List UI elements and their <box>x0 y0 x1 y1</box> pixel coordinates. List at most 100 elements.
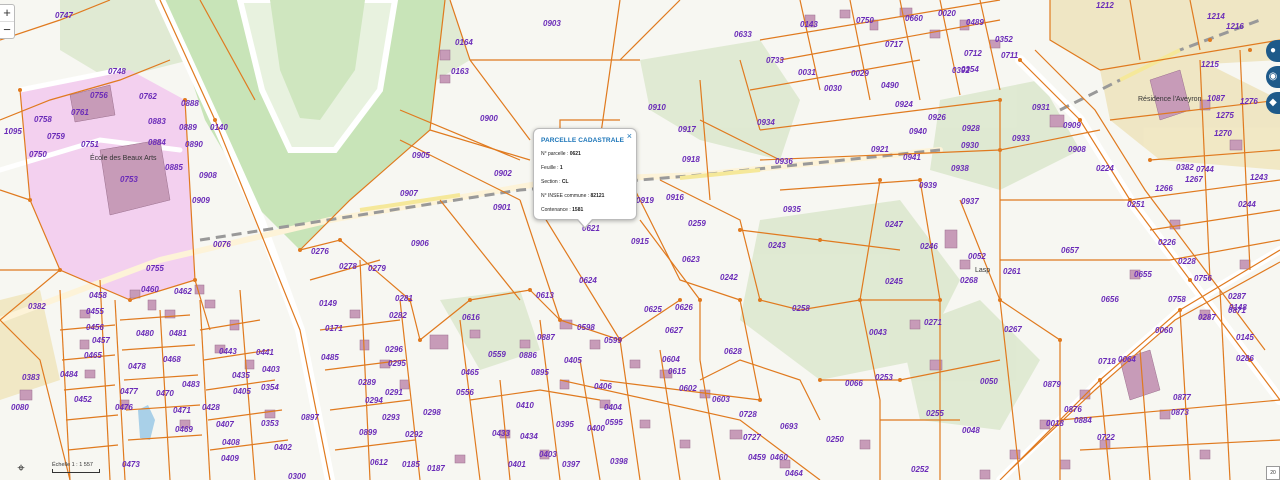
parcel-label[interactable]: 0655 <box>1134 270 1152 279</box>
parcel-label[interactable]: 0623 <box>682 255 700 264</box>
parcel-label[interactable]: 0756 <box>1194 274 1212 283</box>
parcel-label[interactable]: 0909 <box>1063 121 1081 130</box>
parcel-label[interactable]: 0352 <box>995 35 1013 44</box>
parcel-label[interactable]: 0595 <box>605 418 623 427</box>
parcel-label[interactable]: 1216 <box>1226 22 1244 31</box>
parcel-label[interactable]: 0598 <box>577 323 595 332</box>
parcel-label[interactable]: 0066 <box>845 379 863 388</box>
parcel-label[interactable]: 1087 <box>1207 94 1225 103</box>
parcel-label[interactable]: 0753 <box>120 175 138 184</box>
parcel-label[interactable]: 0897 <box>301 413 319 422</box>
parcel-label[interactable]: 0933 <box>1012 134 1030 143</box>
parcel-label[interactable]: 1215 <box>1201 60 1219 69</box>
parcel-label[interactable]: 1214 <box>1207 12 1225 21</box>
measure-tool-button[interactable]: ◆ <box>1266 92 1280 114</box>
parcel-label[interactable]: 0924 <box>895 100 913 109</box>
parcel-label[interactable]: 0282 <box>389 311 407 320</box>
parcel-label[interactable]: 0029 <box>851 69 869 78</box>
parcel-label[interactable]: 0462 <box>174 287 192 296</box>
parcel-label[interactable]: 0143 <box>800 20 818 29</box>
parcel-label[interactable]: 0939 <box>919 181 937 190</box>
parcel-label[interactable]: 0276 <box>311 247 329 256</box>
parcel-label[interactable]: 0905 <box>412 151 430 160</box>
parcel-label[interactable]: 0761 <box>71 108 89 117</box>
parcel-label[interactable]: 0901 <box>493 203 511 212</box>
parcel-label[interactable]: 0251 <box>1127 200 1145 209</box>
locate-icon[interactable]: ⌖ <box>12 459 30 477</box>
parcel-label[interactable]: 0460 <box>770 453 788 462</box>
parcel-label[interactable]: 0928 <box>962 124 980 133</box>
parcel-label[interactable]: 0902 <box>494 169 512 178</box>
parcel-label[interactable]: 0434 <box>520 432 538 441</box>
parcel-label[interactable]: 0043 <box>869 328 887 337</box>
parcel-label[interactable]: 0918 <box>682 155 700 164</box>
parcel-label[interactable]: 0656 <box>1101 295 1119 304</box>
parcel-label[interactable]: 0242 <box>720 273 738 282</box>
parcel-label[interactable]: 0660 <box>905 14 923 23</box>
parcel-label[interactable]: 0908 <box>1068 145 1086 154</box>
parcel-label[interactable]: 0164 <box>455 38 473 47</box>
parcel-label[interactable]: 0287 <box>1198 313 1216 322</box>
parcel-label[interactable]: 0465 <box>461 368 479 377</box>
parcel-label[interactable]: 0473 <box>122 460 140 469</box>
parcel-label[interactable]: 0261 <box>1003 267 1021 276</box>
zoom-out-button[interactable]: − <box>0 21 14 38</box>
parcel-label[interactable]: 0559 <box>488 350 506 359</box>
parcel-label[interactable]: 0018 <box>1046 419 1064 428</box>
parcel-label[interactable]: 0428 <box>202 403 220 412</box>
parcel-label[interactable]: 0354 <box>261 383 279 392</box>
parcel-label[interactable]: 0887 <box>537 333 555 342</box>
parcel-label[interactable]: 0490 <box>881 81 899 90</box>
parcel-label[interactable]: 0722 <box>1097 433 1115 442</box>
parcel-label[interactable]: 0403 <box>539 450 557 459</box>
parcel-label[interactable]: 0485 <box>321 353 339 362</box>
parcel-label[interactable]: 0441 <box>256 348 274 357</box>
parcel-label[interactable]: 0020 <box>938 9 956 18</box>
parcel-label[interactable]: 0615 <box>668 367 686 376</box>
parcel-label[interactable]: 1243 <box>1250 173 1268 182</box>
layers-tool-button[interactable]: ● <box>1266 40 1280 62</box>
parcel-label[interactable]: 1275 <box>1216 111 1234 120</box>
parcel-label[interactable]: 0250 <box>826 435 844 444</box>
parcel-label[interactable]: 0759 <box>47 132 65 141</box>
popup-close-button[interactable]: × <box>627 131 632 141</box>
parcel-label[interactable]: 0408 <box>222 438 240 447</box>
parcel-label[interactable]: 0751 <box>81 140 99 149</box>
parcel-label[interactable]: 0476 <box>115 403 133 412</box>
parcel-label[interactable]: 0935 <box>783 205 801 214</box>
parcel-label[interactable]: 0031 <box>798 68 816 77</box>
parcel-label[interactable]: 0926 <box>928 113 946 122</box>
parcel-label[interactable]: 0456 <box>86 323 104 332</box>
parcel-label[interactable]: 0727 <box>743 433 761 442</box>
parcel-label[interactable]: 0477 <box>120 387 138 396</box>
parcel-label[interactable]: 0267 <box>1004 325 1022 334</box>
parcel-label[interactable]: 0050 <box>980 377 998 386</box>
parcel-label[interactable]: 1270 <box>1214 129 1232 138</box>
parcel-label[interactable]: 0291 <box>385 388 403 397</box>
parcel-label[interactable]: 0478 <box>128 362 146 371</box>
parcel-label[interactable]: 0259 <box>688 219 706 228</box>
parcel-label[interactable]: 0382 <box>28 302 46 311</box>
parcel-label[interactable]: 0400 <box>587 424 605 433</box>
parcel-label[interactable]: 0877 <box>1173 393 1191 402</box>
parcel-label[interactable]: 0452 <box>74 395 92 404</box>
parcel-label[interactable]: 0279 <box>368 264 386 273</box>
parcel-label[interactable]: 0750 <box>856 16 874 25</box>
parcel-label[interactable]: 0628 <box>724 347 742 356</box>
parcel-label[interactable]: 0468 <box>163 355 181 364</box>
parcel-label[interactable]: 0286 <box>1236 354 1254 363</box>
parcel-label[interactable]: 0613 <box>536 291 554 300</box>
parcel-label[interactable]: 0489 <box>966 18 984 27</box>
parcel-label[interactable]: 0064 <box>1118 355 1136 364</box>
parcel-label[interactable]: 0599 <box>604 336 622 345</box>
parcel-label[interactable]: 0888 <box>181 99 199 108</box>
parcel-label[interactable]: 0748 <box>108 67 126 76</box>
info-tool-button[interactable]: ◉ <box>1266 66 1280 88</box>
parcel-label[interactable]: 0435 <box>232 371 250 380</box>
parcel-label[interactable]: 0048 <box>962 426 980 435</box>
zoom-in-button[interactable]: + <box>0 5 14 21</box>
parcel-label[interactable]: 0409 <box>221 454 239 463</box>
parcel-label[interactable]: 0626 <box>675 303 693 312</box>
parcel-label[interactable]: 0908 <box>199 171 217 180</box>
parcel-label[interactable]: 0455 <box>86 307 104 316</box>
